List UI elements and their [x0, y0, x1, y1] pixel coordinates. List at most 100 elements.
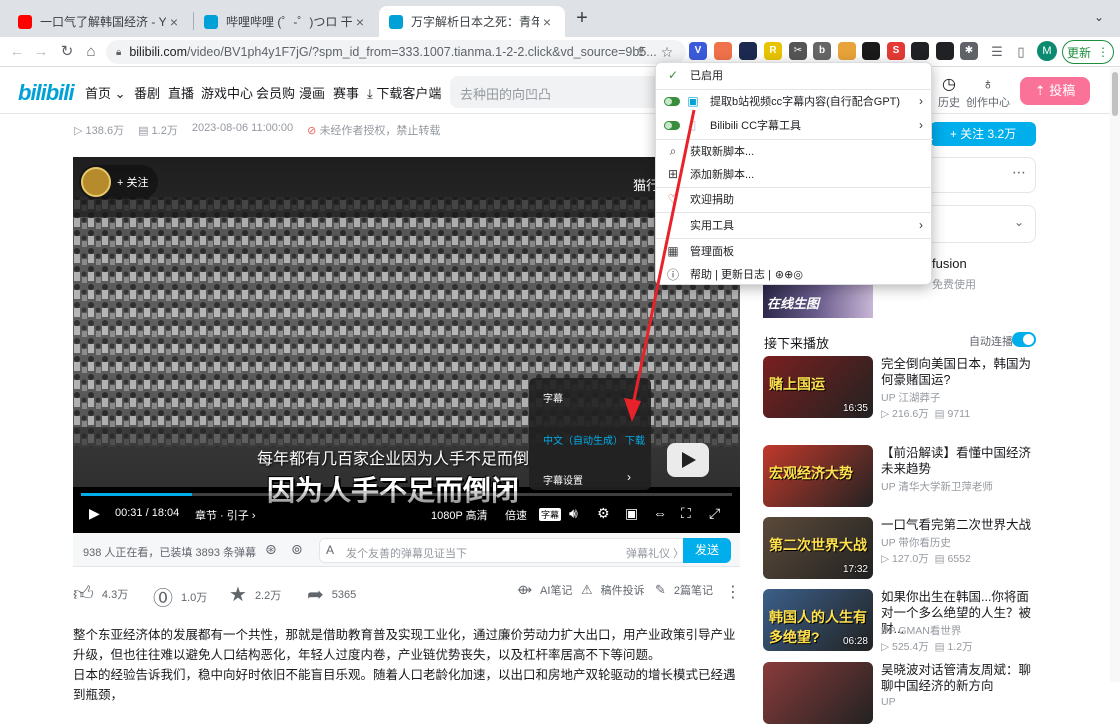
- tampermonkey-icon[interactable]: [911, 42, 929, 60]
- progress-bar[interactable]: [81, 493, 732, 496]
- video-thumbnail[interactable]: 赌上国运 16:35: [763, 356, 873, 418]
- chapter-button[interactable]: 章节 · 引子 ›: [195, 507, 256, 523]
- subtitle-settings-item[interactable]: 字幕设置: [543, 472, 583, 487]
- video-title[interactable]: 完全倒向美国日本，韩国为何豪赌国运?: [881, 356, 1041, 388]
- favorite-button[interactable]: ★ 2.2万: [229, 582, 281, 607]
- like-button[interactable]: 👍︎ 4.3万: [73, 582, 128, 606]
- scissors-icon[interactable]: ✂: [789, 42, 807, 60]
- menu-utilities[interactable]: 实用工具 ›: [656, 213, 933, 237]
- creator-center-button[interactable]: ♁ 创作中心: [964, 76, 1012, 110]
- recommendation-card[interactable]: 韩国人的人生有多绝望? 06:28 如果你出生在韩国...你将面对一个多么绝望的人生…: [763, 589, 1043, 653]
- script-toggle[interactable]: [664, 120, 680, 130]
- video-thumbnail[interactable]: [763, 662, 873, 724]
- danmaku-settings-icon[interactable]: ⊚: [291, 541, 303, 558]
- subtitle-lang-option[interactable]: 中文（自动生成）: [543, 432, 623, 447]
- nav-bangumi[interactable]: 番剧: [134, 83, 160, 102]
- video-title[interactable]: 一口气看完第二次世界大战: [881, 517, 1041, 533]
- video-title[interactable]: 【前沿解读】看懂中国经济未来趋势: [881, 445, 1041, 477]
- extension-icon[interactable]: b: [813, 42, 831, 60]
- danmaku-input[interactable]: A 发个友善的弹幕见证当下 弹幕礼仪 〉 发送: [319, 538, 731, 563]
- video-player[interactable]: + 关注 猫行 每年都有几百家企业因为人手不足而倒 因为人手不足而倒闭 字幕 中…: [73, 157, 740, 533]
- forward-button[interactable]: →: [30, 41, 52, 63]
- menu-script-cc-extract[interactable]: ▣ 提取b站视频cc字幕内容(自行配合GPT) ›: [656, 89, 933, 113]
- recommendation-card[interactable]: 赌上国运 16:35 完全倒向美国日本，韩国为何豪赌国运? UP 江湖莽子 ▷ 216.…: [763, 356, 1043, 420]
- post-button[interactable]: ⇡ 投稿: [1020, 77, 1090, 105]
- menu-get-new-scripts[interactable]: ⌕ 获取新脚本...: [656, 139, 933, 163]
- tab-youtube[interactable]: 一口气了解韩国经济 - YouTube ×: [8, 6, 192, 37]
- search-input[interactable]: 去种田的向凹凸: [450, 76, 660, 108]
- extension-icon[interactable]: [838, 42, 856, 60]
- extension-icon[interactable]: [862, 42, 880, 60]
- share-icon[interactable]: ⇪: [630, 41, 652, 63]
- menu-help[interactable]: ⓘ 帮助 | 更新日志 | ⊛⊕◎: [656, 262, 933, 286]
- vivaldi-icon[interactable]: V: [689, 42, 707, 60]
- nav-game-center[interactable]: 游戏中心: [201, 83, 253, 102]
- menu-enabled[interactable]: ✓ 已启用: [656, 63, 933, 87]
- menu-donate[interactable]: ♡ 欢迎捐助: [656, 187, 933, 211]
- tab-bilibili-video[interactable]: 万字解析日本之死：青年失业、机 ×: [379, 6, 565, 37]
- follow-button[interactable]: + 关注 3.2万: [930, 122, 1036, 146]
- side-panel-icon[interactable]: ▯: [1010, 41, 1032, 63]
- autoplay-toggle[interactable]: [1012, 332, 1036, 347]
- new-tab-button[interactable]: +: [572, 8, 592, 28]
- address-bar[interactable]: 🔒︎ bilibili.com /video/BV1ph4y1F7jG/?spm…: [106, 40, 686, 64]
- back-button[interactable]: ←: [6, 41, 28, 63]
- chevron-down-icon[interactable]: ⌄: [1014, 215, 1024, 229]
- nav-manga[interactable]: 漫画: [299, 83, 325, 102]
- recommendation-card[interactable]: 第二次世界大战 17:32 一口气看完第二次世界大战 UP 带你看历史 ▷ 127.0万…: [763, 517, 1043, 581]
- share-button[interactable]: ➦ 5365: [307, 582, 356, 607]
- scrollbar-thumb[interactable]: [1112, 72, 1118, 116]
- fullscreen-icon[interactable]: ⤢: [709, 505, 720, 522]
- profile-avatar[interactable]: M: [1037, 41, 1057, 61]
- uploader-name[interactable]: UP 江湖莽子: [881, 390, 940, 405]
- puzzle-icon[interactable]: ✱: [960, 42, 978, 60]
- ad-title[interactable]: fusion: [932, 256, 967, 271]
- nav-download[interactable]: ⤓ 下载客户端: [367, 83, 441, 102]
- script-toggle[interactable]: [664, 96, 680, 106]
- chevron-down-icon[interactable]: ⌄: [1094, 10, 1104, 24]
- uploader-name[interactable]: UP 清华大学新卫萍老师: [881, 479, 993, 494]
- notes-button[interactable]: ✎ 2篇笔记: [655, 582, 713, 598]
- close-icon[interactable]: ×: [352, 14, 368, 30]
- text-style-icon[interactable]: A: [326, 543, 334, 557]
- ad-thumbnail[interactable]: 在线生图: [763, 285, 873, 318]
- video-thumbnail[interactable]: 第二次世界大战 17:32: [763, 517, 873, 579]
- speed-button[interactable]: 倍速: [505, 507, 527, 523]
- history-button[interactable]: ◷ 历史: [929, 76, 969, 110]
- widescreen-icon[interactable]: ⇔: [653, 505, 667, 521]
- nav-mall[interactable]: 会员购: [256, 83, 295, 102]
- collapsible-card[interactable]: ⌄: [930, 205, 1036, 243]
- nav-home[interactable]: 首页 ⌄: [85, 83, 126, 102]
- extension-icon[interactable]: [739, 42, 757, 60]
- bilibili-logo[interactable]: bilibili: [18, 80, 75, 106]
- danmaku-toggle-icon[interactable]: ⊛: [265, 541, 277, 558]
- nav-live[interactable]: 直播: [168, 83, 194, 102]
- home-button[interactable]: ⌂: [80, 41, 102, 63]
- recommendation-card[interactable]: 宏观经济大势 【前沿解读】看懂中国经济未来趋势 UP 清华大学新卫萍老师: [763, 445, 1043, 509]
- nav-esports[interactable]: 赛事: [333, 83, 359, 102]
- video-thumbnail[interactable]: 韩国人的人生有多绝望? 06:28: [763, 589, 873, 651]
- video-title[interactable]: 吴晓波对话管清友周斌：聊聊中国经济的新方向: [881, 662, 1041, 694]
- uploader-follow-chip[interactable]: + 关注: [79, 165, 159, 199]
- lock-icon[interactable]: 🔒︎: [116, 47, 121, 58]
- web-fullscreen-icon[interactable]: ⛶: [681, 505, 691, 522]
- reload-button[interactable]: ↻: [56, 41, 78, 63]
- close-icon[interactable]: ×: [539, 14, 555, 30]
- ai-note-button[interactable]: ⟴ AI笔记: [517, 582, 572, 598]
- extension-icon[interactable]: [936, 42, 954, 60]
- uploader-name[interactable]: UP: [881, 696, 896, 708]
- reading-list-icon[interactable]: ☰: [986, 41, 1008, 63]
- video-thumbnail[interactable]: 宏观经济大势: [763, 445, 873, 507]
- pip-icon[interactable]: ▣: [625, 505, 638, 522]
- volume-icon[interactable]: 🔊︎: [569, 505, 578, 522]
- tab-bilibili-home[interactable]: 哔哩哔哩 (゜-゜)つロ 干杯~-bilibili ×: [194, 6, 378, 37]
- play-icon[interactable]: ▶: [89, 505, 100, 522]
- danmaku-etiquette-link[interactable]: 弹幕礼仪 〉: [626, 545, 684, 561]
- more-vert-icon[interactable]: ⋮: [725, 582, 741, 602]
- social-icons[interactable]: ⊛⊕◎: [775, 268, 803, 281]
- quality-button[interactable]: 1080P 高清: [431, 507, 488, 523]
- report-button[interactable]: ⚠ 稿件投诉: [581, 582, 645, 598]
- menu-script-cc-tool[interactable]: ▯ Bilibili CC字幕工具 ›: [656, 113, 933, 137]
- menu-add-new-script[interactable]: ⊞ 添加新脚本...: [656, 162, 933, 186]
- menu-dashboard[interactable]: ▦ 管理面板: [656, 239, 933, 263]
